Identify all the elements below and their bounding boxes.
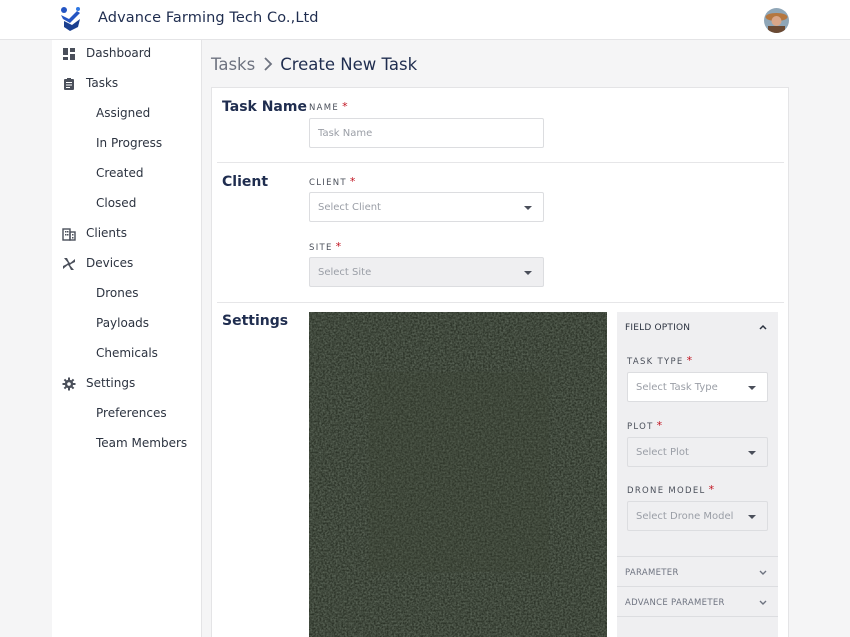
sidebar-item-clients[interactable]: Clients <box>52 222 202 246</box>
chevron-down-icon <box>759 570 767 575</box>
create-task-form: Task Name NAME * Task Name Client CLIENT *… <box>211 87 789 637</box>
sidebar-item-team-members[interactable]: Team Members <box>52 432 202 456</box>
sidebar-item-label: Devices <box>86 256 134 270</box>
field-option-title: FIELD OPTION <box>625 323 691 333</box>
plot-field-label: PLOT * <box>627 419 662 432</box>
client-select-placeholder: Select Client <box>318 202 381 213</box>
plot-select[interactable]: Select Plot <box>627 437 768 467</box>
sidebar-item-dashboard[interactable]: Dashboard <box>52 42 202 66</box>
map-texture <box>309 312 607 637</box>
section-title-task-name: Task Name <box>222 99 307 115</box>
task-type-placeholder: Select Task Type <box>636 382 718 393</box>
user-avatar[interactable] <box>764 8 789 33</box>
label-text: TASK TYPE <box>627 357 684 367</box>
sidebar-item-created[interactable]: Created <box>52 162 202 186</box>
clipboard-icon <box>64 78 74 90</box>
client-field-label: CLIENT * <box>309 175 355 188</box>
parameter-accordion[interactable]: PARAMETER <box>617 556 778 586</box>
site-field-label: SITE * <box>309 240 341 253</box>
page-title: Create New Task <box>280 54 418 74</box>
plot-placeholder: Select Plot <box>636 447 689 458</box>
sidebar-item-in-progress[interactable]: In Progress <box>52 132 202 156</box>
section-divider <box>217 302 784 303</box>
required-marker: * <box>708 483 715 496</box>
required-marker: * <box>686 354 693 367</box>
sidebar-item-label: Assigned <box>96 106 151 120</box>
sidebar-item-drones[interactable]: Drones <box>52 282 202 306</box>
sidebar-item-label: Team Members <box>96 436 188 450</box>
sidebar-item-preferences[interactable]: Preferences <box>52 402 202 426</box>
section-divider <box>217 162 784 163</box>
caret-down-icon <box>748 451 756 455</box>
gear-icon <box>62 377 76 391</box>
caret-down-icon <box>748 386 756 390</box>
field-option-header[interactable]: FIELD OPTION <box>617 312 778 342</box>
section-title-client: Client <box>222 174 269 190</box>
sidebar-item-label: Settings <box>86 376 136 390</box>
drone-icon <box>63 258 75 270</box>
sidebar-item-chemicals[interactable]: Chemicals <box>52 342 202 366</box>
sidebar-item-label: Preferences <box>96 406 167 420</box>
label-text: DRONE MODEL <box>627 486 706 496</box>
chevron-right-icon <box>264 57 273 71</box>
breadcrumb: Tasks Create New Task <box>211 52 417 76</box>
sidebar-item-label: Drones <box>96 286 139 300</box>
required-marker: * <box>335 240 342 253</box>
task-name-input[interactable]: Task Name <box>309 118 544 148</box>
advance-parameter-title: ADVANCE PARAMETER <box>625 598 725 608</box>
field-option-panel: FIELD OPTION TASK TYPE * Select Task Type… <box>617 312 778 637</box>
chevron-down-icon <box>759 600 767 605</box>
caret-down-icon <box>524 271 532 275</box>
site-select[interactable]: Select Site <box>309 257 544 287</box>
required-marker: * <box>656 419 663 432</box>
building-icon <box>62 228 76 241</box>
sidebar-item-label: Tasks <box>86 76 119 90</box>
drone-model-placeholder: Select Drone Model <box>636 511 734 522</box>
sidebar-nav: Dashboard Tasks Assigned In Progress Cre… <box>52 40 202 637</box>
parameter-title: PARAMETER <box>625 568 679 578</box>
sidebar-item-label: Dashboard <box>86 46 152 60</box>
label-text: PLOT <box>627 422 654 432</box>
panel-footer <box>617 616 778 637</box>
site-select-placeholder: Select Site <box>318 267 372 278</box>
app-header: Advance Farming Tech Co.,Ltd <box>0 0 850 40</box>
sidebar-item-label: In Progress <box>96 136 163 150</box>
advance-parameter-accordion[interactable]: ADVANCE PARAMETER <box>617 586 778 616</box>
task-type-select[interactable]: Select Task Type <box>627 372 768 402</box>
sidebar-item-assigned[interactable]: Assigned <box>52 102 202 126</box>
sidebar-item-settings[interactable]: Settings <box>52 372 202 396</box>
required-marker: * <box>349 175 356 188</box>
section-title-settings: Settings <box>222 313 289 329</box>
caret-down-icon <box>524 206 532 210</box>
drone-model-field-label: DRONE MODEL * <box>627 483 714 496</box>
sidebar-item-label: Closed <box>96 196 137 210</box>
sidebar-item-closed[interactable]: Closed <box>52 192 202 216</box>
required-marker: * <box>342 100 348 113</box>
client-select[interactable]: Select Client <box>309 192 544 222</box>
sidebar-item-payloads[interactable]: Payloads <box>52 312 202 336</box>
name-field-label: NAME * <box>309 100 348 113</box>
caret-down-icon <box>748 515 756 519</box>
breadcrumb-tasks-link[interactable]: Tasks <box>211 55 255 74</box>
sidebar-item-label: Clients <box>86 226 127 240</box>
task-type-field-label: TASK TYPE * <box>627 354 692 367</box>
sidebar-item-label: Created <box>96 166 144 180</box>
sidebar-item-label: Chemicals <box>96 346 158 360</box>
label-text: NAME <box>309 103 340 113</box>
company-logo-icon[interactable] <box>58 5 84 33</box>
dashboard-icon <box>63 48 75 60</box>
label-text: CLIENT <box>309 178 347 188</box>
drone-model-select[interactable]: Select Drone Model <box>627 501 768 531</box>
label-text: SITE <box>309 243 333 253</box>
sidebar-item-tasks[interactable]: Tasks <box>52 72 202 96</box>
sidebar-item-devices[interactable]: Devices <box>52 252 202 276</box>
satellite-map[interactable] <box>309 312 607 637</box>
sidebar-item-label: Payloads <box>96 316 150 330</box>
app-title: Advance Farming Tech Co.,Ltd <box>98 10 319 26</box>
chevron-up-icon <box>759 324 767 330</box>
